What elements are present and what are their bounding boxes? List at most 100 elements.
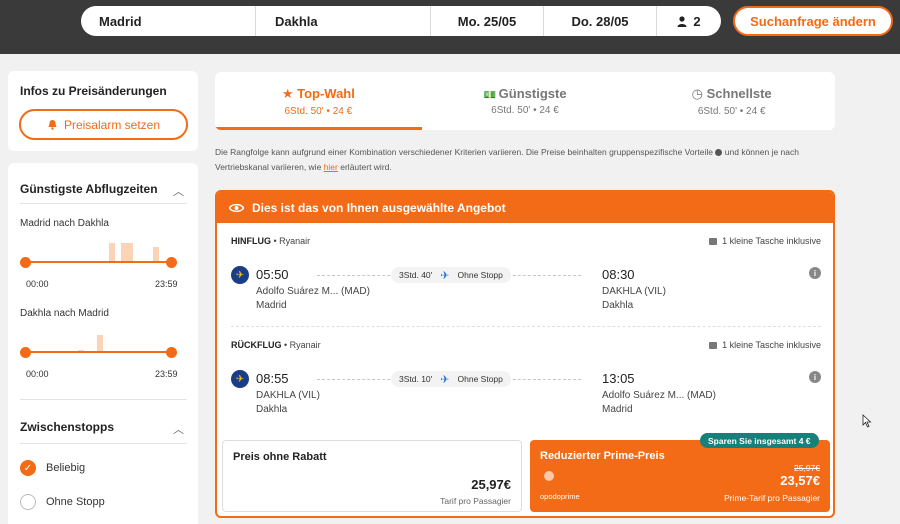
leg-header: HINFLUG • Ryanair [231, 236, 311, 246]
chevron-up-icon[interactable]: ︿ [173, 421, 184, 437]
stops-option-nonstop[interactable]: Ohne Stopp [20, 494, 105, 510]
regular-price-box[interactable]: Preis ohne Rabatt 25,97€ Tarif pro Passa… [222, 440, 522, 512]
return-leg: RÜCKFLUG • Ryanair 1 kleine Tasche inklu… [231, 340, 821, 420]
histogram-bar [121, 243, 133, 263]
outbound-leg: HINFLUG • Ryanair 1 kleine Tasche inklus… [231, 236, 821, 316]
opodo-prime-logo: opodoprime [540, 492, 580, 501]
passenger-count: 2 [693, 13, 701, 29]
ryanair-logo: ✈ [231, 370, 249, 388]
price-alert-panel: Infos zu Preisänderungen Preisalarm setz… [8, 71, 198, 151]
histogram-bar [109, 243, 115, 263]
slider-min-handle[interactable] [20, 257, 31, 268]
airline-name: Ryanair [289, 340, 321, 350]
tab-fastest[interactable]: ◷ Schnellste 6Std. 50' • 24 € [628, 72, 835, 130]
radio-button[interactable] [20, 494, 36, 510]
departure-time: 05:50 [256, 267, 289, 282]
info-dot-icon [715, 149, 723, 157]
tab-title: ◷ Schnellste [692, 86, 772, 102]
disclaimer-link[interactable]: hier [324, 162, 338, 172]
arrival-city: Madrid [602, 404, 633, 415]
plane-icon: ✈ [440, 269, 450, 282]
departure-airport: DAKHLA (VIL) [256, 390, 320, 401]
search-summary[interactable]: Madrid Dakhla Mo. 25/05 Do. 28/05 2 [81, 6, 721, 36]
slider-min-handle[interactable] [20, 347, 31, 358]
slider-max-handle[interactable] [166, 257, 177, 268]
tab-label: Schnellste [706, 85, 772, 101]
ranking-disclaimer: Die Rangfolge kann aufgrund einer Kombin… [215, 145, 835, 175]
eye-icon [229, 203, 244, 212]
selected-offer-card[interactable]: Dies ist das von Ihnen ausgewählte Angeb… [215, 190, 835, 518]
arrival-place: Adolfo Suárez M... (MAD) Madrid [602, 389, 716, 417]
arrival-city: Dakhla [602, 300, 634, 311]
departure-date-field[interactable]: Mo. 25/05 [431, 6, 544, 36]
prime-old-price: 25,97€ [794, 463, 820, 473]
tab-subtitle: 6Std. 50' • 24 € [284, 105, 353, 117]
time-max-label: 23:59 [155, 369, 178, 379]
arrival-time: 13:05 [602, 371, 635, 386]
bag-icon [709, 237, 718, 245]
baggage-text: 1 kleine Tasche inklusive [722, 236, 821, 246]
arrival-airport: DAKHLA (VIL) [602, 286, 666, 297]
tab-top-choice[interactable]: ★ Top-Wahl 6Std. 50' • 24 € [215, 72, 422, 130]
info-icon[interactable]: i [809, 267, 821, 279]
set-price-alarm-button[interactable]: Preisalarm setzen [19, 109, 188, 140]
return-date-field[interactable]: Do. 28/05 [544, 6, 657, 36]
prime-price-amount: 23,57€ [780, 473, 820, 488]
top-bar: Madrid Dakhla Mo. 25/05 Do. 28/05 2 Such… [0, 0, 900, 54]
arrival-place: DAKHLA (VIL) Dakhla [602, 285, 666, 313]
leg-label: RÜCKFLUG [231, 340, 282, 350]
route-back-label: Dakhla nach Madrid [20, 308, 109, 319]
stops: Ohne Stopp [457, 270, 503, 280]
stops-option-label: Beliebig [46, 462, 86, 474]
stops-option-label: Ohne Stopp [46, 496, 105, 508]
departure-place: DAKHLA (VIL) Dakhla [256, 389, 320, 417]
prime-price-title: Reduzierter Prime-Preis [540, 450, 665, 462]
departure-times-heading[interactable]: Günstigste Abflugzeiten [20, 182, 158, 196]
mouse-cursor-icon [862, 414, 872, 428]
money-icon: 💵 [483, 90, 499, 101]
chevron-up-icon[interactable]: ︿ [173, 183, 184, 199]
passengers-field[interactable]: 2 [657, 6, 721, 36]
filters-panel: Günstigste Abflugzeiten ︿ Madrid nach Da… [8, 163, 198, 524]
departure-airport: Adolfo Suárez M... (MAD) [256, 286, 370, 297]
stops-heading[interactable]: Zwischenstopps [20, 420, 114, 434]
tab-cheapest[interactable]: 💵 Günstigste 6Std. 50' • 24 € [422, 72, 629, 130]
departure-time: 08:55 [256, 371, 289, 386]
tab-label: Günstigste [498, 86, 567, 101]
flight-duration-pill: 3Std. 40' ✈ Ohne Stopp [391, 267, 511, 283]
airline-name: Ryanair [279, 236, 311, 246]
alarm-button-label: Preisalarm setzen [63, 117, 161, 132]
time-max-label: 23:59 [155, 279, 178, 289]
stops: Ohne Stopp [457, 374, 503, 384]
star-icon: ★ [281, 85, 298, 101]
regular-price-amount: 25,97€ [471, 477, 511, 492]
change-search-button[interactable]: Suchanfrage ändern [733, 6, 893, 36]
divider [20, 443, 187, 444]
sort-tabs: ★ Top-Wahl 6Std. 50' • 24 € 💵 Günstigste… [215, 72, 835, 130]
regular-price-note: Tarif pro Passagier [440, 496, 511, 506]
outbound-time-slider[interactable] [20, 235, 177, 275]
info-icon[interactable]: i [809, 371, 821, 383]
stops-option-any[interactable]: ✓ Beliebig [20, 460, 85, 476]
leg-label: HINFLUG [231, 236, 271, 246]
return-time-slider[interactable] [20, 325, 177, 365]
savings-badge: Sparen Sie insgesamt 4 € [700, 433, 819, 448]
prime-price-note: Prime-Tarif pro Passagier [724, 493, 820, 503]
alarm-bell-icon [48, 120, 57, 130]
prime-radio[interactable] [544, 471, 554, 481]
origin-field[interactable]: Madrid [81, 6, 256, 36]
disclaimer-text: Die Rangfolge kann aufgrund einer Kombin… [215, 147, 714, 157]
leg-separator [231, 326, 821, 327]
departure-place: Adolfo Suárez M... (MAD) Madrid [256, 285, 370, 313]
slider-max-handle[interactable] [166, 347, 177, 358]
duration: 3Std. 40' [399, 270, 433, 280]
plane-icon: ✈ [440, 373, 450, 386]
departure-city: Dakhla [256, 404, 288, 415]
slider-track [24, 261, 173, 263]
bag-icon [709, 341, 718, 349]
divider [20, 203, 187, 204]
check-icon[interactable]: ✓ [20, 460, 36, 476]
prime-price-box[interactable]: Reduzierter Prime-Preis opodoprime 25,97… [530, 440, 830, 512]
destination-field[interactable]: Dakhla [256, 6, 431, 36]
departure-city: Madrid [256, 300, 287, 311]
